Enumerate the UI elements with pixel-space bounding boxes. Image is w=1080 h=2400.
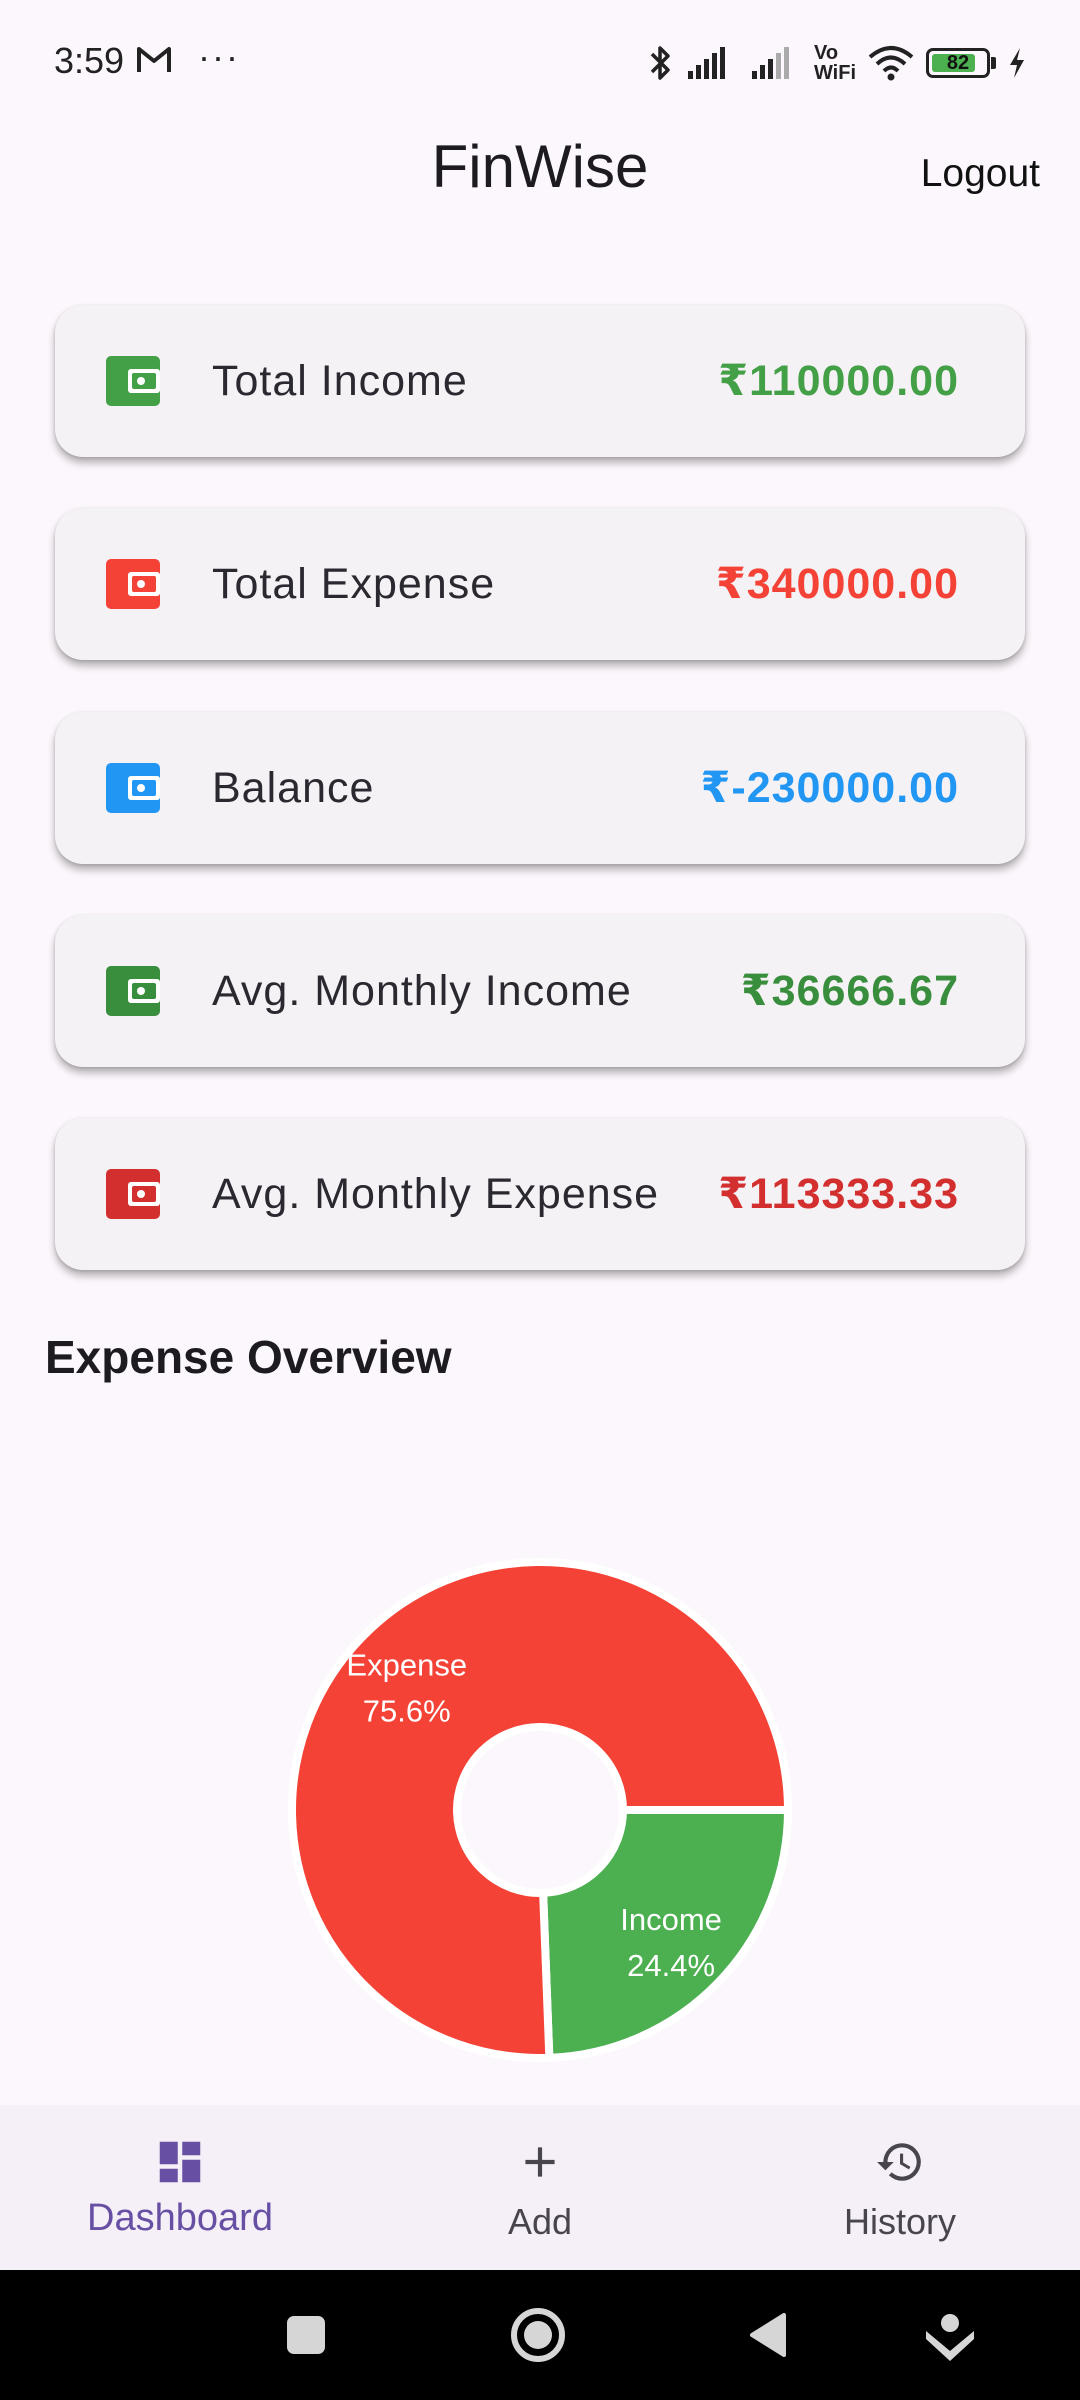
battery-indicator: 82 (926, 48, 996, 78)
status-time: 3:59 (54, 40, 125, 81)
summary-card: Avg. Monthly Expense ₹113333.33 (55, 1118, 1025, 1270)
summary-card: Total Income ₹110000.00 (55, 305, 1025, 457)
dashboard-icon (159, 2141, 201, 2183)
card-value: ₹113333.33 (718, 1170, 959, 1218)
battery-level: 82 (946, 51, 970, 74)
summary-card: Total Expense ₹340000.00 (55, 508, 1025, 660)
nav-history[interactable]: History (720, 2105, 1080, 2270)
card-value: ₹-230000.00 (700, 764, 959, 812)
history-icon (877, 2143, 921, 2181)
recents-icon[interactable] (274, 2303, 338, 2367)
wifi-icon (868, 46, 914, 81)
battery-cap (991, 57, 996, 69)
status-bar: 3:59 ··· Vo WiFi 82 (0, 0, 1080, 126)
nav-add-label: Add (507, 2201, 573, 2242)
pie-percent-income: 24.4% (627, 1948, 715, 1983)
vowifi-bottom-text: WiFi (813, 62, 856, 84)
pie-label-expense: Expense (346, 1648, 467, 1683)
signal-icon (751, 47, 789, 79)
signal-icon (687, 47, 725, 79)
add-icon (525, 2147, 555, 2177)
summary-card: Balance ₹-230000.00 (55, 712, 1025, 864)
assistant-icon[interactable] (918, 2303, 982, 2367)
section-title-expense-overview: Expense Overview (45, 1331, 452, 1383)
bottom-navigation: Dashboard Add History (0, 2105, 1080, 2270)
vowifi-icon: Vo WiFi (814, 43, 856, 83)
more-notifications-icon: ··· (198, 36, 240, 77)
wallet-icon (106, 763, 160, 813)
logout-button[interactable]: Logout (915, 148, 1046, 200)
vowifi-top-text: Vo (813, 42, 839, 64)
back-icon[interactable] (740, 2303, 804, 2367)
nav-history-label: History (843, 2201, 956, 2242)
summary-card: Avg. Monthly Income ₹36666.67 (55, 915, 1025, 1067)
pie-label-income: Income (620, 1902, 722, 1937)
bluetooth-icon (650, 46, 670, 80)
charging-icon (1010, 48, 1024, 78)
card-label: Avg. Monthly Income (212, 966, 632, 1015)
card-label: Total Income (212, 356, 468, 405)
nav-dashboard[interactable]: Dashboard (0, 2105, 360, 2270)
wallet-icon (106, 356, 160, 406)
battery-icon: 82 (926, 48, 990, 78)
wallet-icon (106, 559, 160, 609)
status-indicators: Vo WiFi 82 (648, 38, 1026, 88)
card-value: ₹340000.00 (715, 560, 959, 608)
pie-percent-expense: 75.6% (363, 1694, 451, 1729)
card-label: Total Expense (212, 559, 496, 608)
card-value: ₹36666.67 (740, 967, 959, 1015)
gmail-icon (137, 47, 171, 72)
card-label: Balance (212, 763, 375, 812)
system-navigation-bar (0, 2270, 1080, 2400)
home-icon[interactable] (506, 2303, 570, 2367)
nav-add[interactable]: Add (360, 2105, 720, 2270)
expense-overview-chart: Income 24.4% Expense 75.6% (0, 1540, 1080, 2080)
wallet-icon (106, 1169, 160, 1219)
donut-chart-svg: Income 24.4% Expense 75.6% (288, 1558, 793, 2062)
card-label: Avg. Monthly Expense (212, 1169, 660, 1218)
card-value: ₹110000.00 (718, 357, 959, 405)
wallet-icon (106, 966, 160, 1016)
nav-dashboard-label: Dashboard (87, 2197, 273, 2239)
